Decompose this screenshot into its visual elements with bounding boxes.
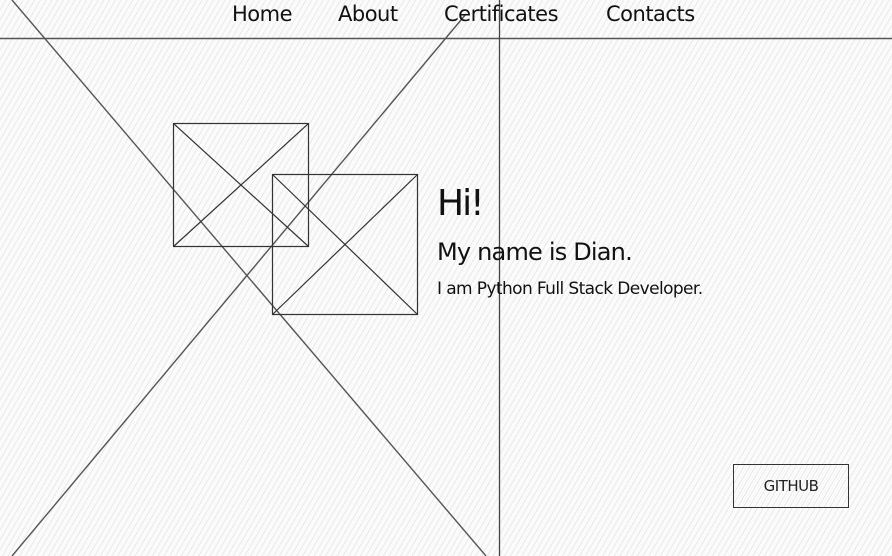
github-button-label: GITHUB (763, 477, 819, 495)
github-button[interactable]: GITHUB (733, 464, 849, 508)
nav-item-about[interactable]: About (338, 0, 398, 28)
hero-name: My name is Dian. (437, 238, 633, 266)
hero-role: I am Python Full Stack Developer. (437, 279, 703, 299)
nav-item-contacts[interactable]: Contacts (606, 0, 695, 28)
hero-greeting: Hi! (437, 183, 484, 224)
top-navigation: Home About Certificates Contacts (0, 0, 892, 38)
nav-item-certificates[interactable]: Certificates (444, 0, 559, 28)
nav-item-home[interactable]: Home (232, 0, 293, 28)
